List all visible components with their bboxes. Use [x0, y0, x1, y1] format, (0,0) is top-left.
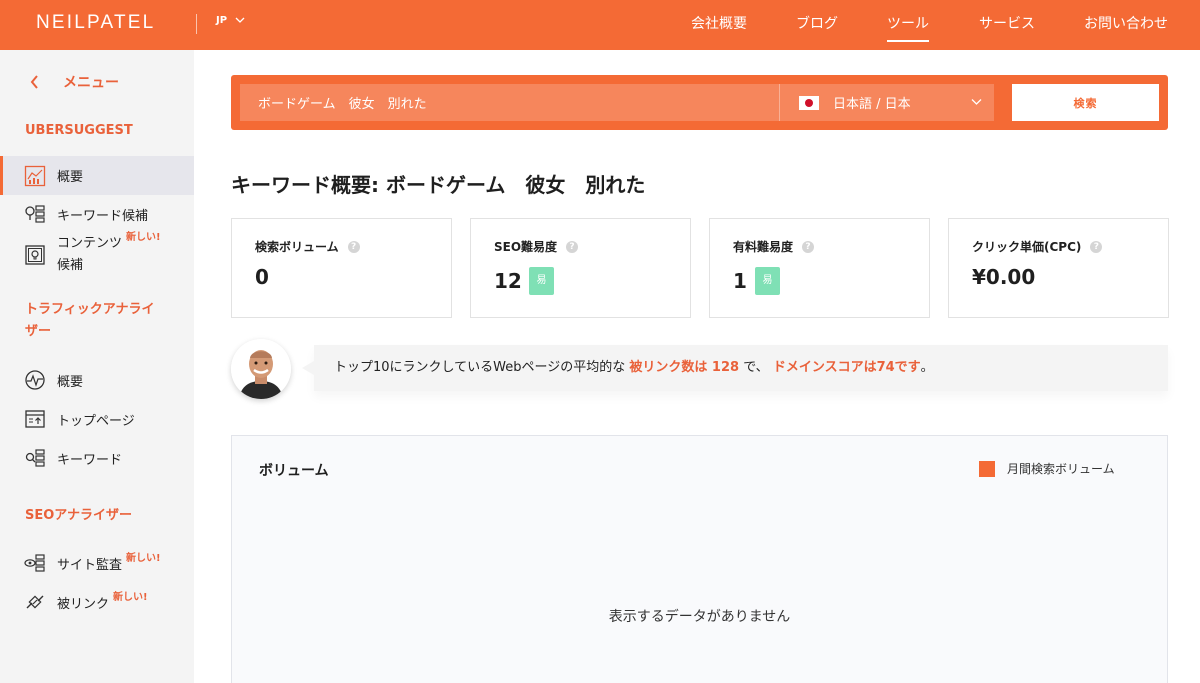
help-icon[interactable]: ? [1090, 240, 1103, 253]
person-avatar-icon [231, 339, 291, 399]
japan-flag-icon [799, 95, 819, 110]
title-line-1: トラフィックアナライ [25, 302, 155, 317]
metric-value: 12 [494, 269, 522, 293]
label-line-2: 候補 [57, 258, 84, 273]
metric-value: 1 [733, 269, 747, 293]
sidebar-item-keywords[interactable]: キーワード [0, 445, 194, 471]
help-icon[interactable]: ? [802, 240, 815, 253]
language-switcher[interactable]: JP [216, 15, 245, 26]
insight-message: トップ10にランクしているWebページの平均的な 被リンク数は 128 で、 ド… [302, 345, 1168, 391]
language-code: JP [216, 15, 228, 26]
top-page-icon [23, 407, 47, 431]
keyword-search-bar: 日本語 / 日本 検索 [231, 75, 1168, 130]
sidebar-item-label: トップページ [57, 413, 135, 429]
metric-value: ¥0.00 [972, 265, 1036, 289]
metric-label: クリック単価(CPC)? [972, 238, 1103, 255]
volume-chart-card: ボリューム 月間検索ボリューム 表示するデータがありません [231, 435, 1168, 683]
sidebar-item-label: コンテンツ 新しい! 候補 [57, 232, 161, 276]
metric-label: SEO難易度? [494, 238, 579, 255]
label-line-1: コンテンツ [57, 236, 123, 251]
difficulty-badge: 易 [529, 267, 554, 295]
keyword-search-icon [23, 446, 47, 470]
keyword-ideas-icon [23, 202, 47, 226]
help-icon[interactable]: ? [566, 240, 579, 253]
section-title-ubersuggest: UBERSUGGEST [25, 123, 133, 138]
nav-link-blog[interactable]: ブログ [796, 13, 838, 33]
sidebar-item-site-audit[interactable]: サイト監査 新しい! [0, 550, 194, 576]
link-icon [23, 590, 47, 614]
page-title-keyword: ボードゲーム 彼女 別れた [379, 173, 646, 197]
nav-link-services[interactable]: サービス [979, 13, 1035, 33]
sidebar: メニュー UBERSUGGEST 概要 キーワード候補 コンテンツ 新しい! 候補… [0, 50, 194, 683]
avatar [231, 339, 291, 399]
page-title-prefix: キーワード概要: [231, 173, 379, 197]
section-title-seo-analyzer: SEOアナライザー [25, 508, 133, 523]
chart-legend[interactable]: 月間検索ボリューム [979, 460, 1115, 477]
new-badge: 新しい! [113, 591, 148, 603]
insight-highlight-domain-score: ドメインスコアは74です [772, 360, 921, 375]
sidebar-item-label: 概要 [57, 170, 84, 185]
chevron-left-icon [30, 75, 38, 89]
sidebar-item-label: サイト監査 [57, 557, 123, 573]
insight-text: で、 [743, 360, 769, 375]
brand-divider [196, 14, 197, 34]
page-title: キーワード概要: ボードゲーム 彼女 別れた [231, 169, 645, 198]
sidebar-item-content-ideas[interactable]: コンテンツ 新しい! 候補 [0, 232, 194, 277]
sidebar-item-overview[interactable]: 概要 [0, 156, 194, 195]
metric-label: 有料難易度? [733, 238, 815, 255]
difficulty-badge: 易 [755, 267, 780, 295]
sidebar-item-keyword-ideas[interactable]: キーワード候補 [0, 201, 194, 227]
nav-link-company[interactable]: 会社概要 [691, 13, 747, 33]
menu-back-button[interactable]: メニュー [30, 72, 119, 92]
sidebar-item-label: 概要 [57, 374, 84, 390]
metric-card-paid-difficulty: 有料難易度? 1 易 [709, 218, 930, 318]
pulse-icon [23, 368, 47, 392]
section-title-traffic-analyzer: トラフィックアナライ ザー [25, 299, 154, 343]
insight-highlight-backlinks: 被リンク数は 128 [629, 360, 740, 375]
top-navigation: NEILPATEL JP 会社概要 ブログ ツール サービス お問い合わせ [0, 0, 1200, 50]
menu-label: メニュー [63, 75, 119, 91]
sidebar-item-label: キーワード候補 [57, 208, 149, 224]
language-select[interactable]: 日本語 / 日本 [779, 84, 994, 121]
metric-label-text: 有料難易度 [733, 240, 794, 254]
no-data-message: 表示するデータがありません [608, 609, 791, 625]
help-icon[interactable]: ? [347, 240, 360, 253]
sidebar-item-top-pages[interactable]: トップページ [0, 406, 194, 432]
legend-label: 月間検索ボリューム [1007, 462, 1115, 476]
new-badge: 新しい! [126, 232, 161, 243]
search-button[interactable]: 検索 [1012, 84, 1159, 121]
metric-card-cpc: クリック単価(CPC)? ¥0.00 [948, 218, 1169, 318]
sidebar-item-backlinks[interactable]: 被リンク 新しい! [0, 589, 194, 615]
metric-label-text: クリック単価(CPC) [972, 240, 1082, 254]
volume-title: ボリューム [259, 463, 329, 479]
metric-value: 0 [255, 265, 269, 289]
new-badge: 新しい! [126, 552, 161, 564]
language-select-value: 日本語 / 日本 [833, 97, 911, 112]
sidebar-item-label: 被リンク [57, 596, 110, 612]
metric-label-text: 検索ボリューム [255, 240, 339, 254]
keyword-input[interactable] [240, 84, 779, 121]
legend-swatch [979, 460, 995, 477]
sidebar-item-traffic-overview[interactable]: 概要 [0, 367, 194, 393]
insight-text: 。 [920, 360, 934, 375]
eye-list-icon [23, 551, 47, 575]
title-line-2: ザー [25, 324, 52, 339]
chevron-down-icon [971, 99, 982, 105]
insight-row: トップ10にランクしているWebページの平均的な 被リンク数は 128 で、 ド… [231, 336, 1168, 406]
sidebar-item-label: キーワード [57, 452, 123, 468]
chart-icon [23, 164, 47, 188]
nav-link-tools[interactable]: ツール [887, 13, 929, 42]
metric-card-search-volume: 検索ボリューム? 0 [231, 218, 452, 318]
metric-card-seo-difficulty: SEO難易度? 12 易 [470, 218, 691, 318]
chevron-down-icon [235, 17, 245, 23]
insight-text: トップ10にランクしているWebページの平均的な [334, 360, 626, 375]
bulb-icon [23, 243, 47, 267]
nav-link-contact[interactable]: お問い合わせ [1084, 13, 1168, 33]
metric-label-text: SEO難易度 [494, 240, 558, 254]
brand-logo[interactable]: NEILPATEL [36, 12, 155, 34]
metric-label: 検索ボリューム? [255, 238, 360, 255]
